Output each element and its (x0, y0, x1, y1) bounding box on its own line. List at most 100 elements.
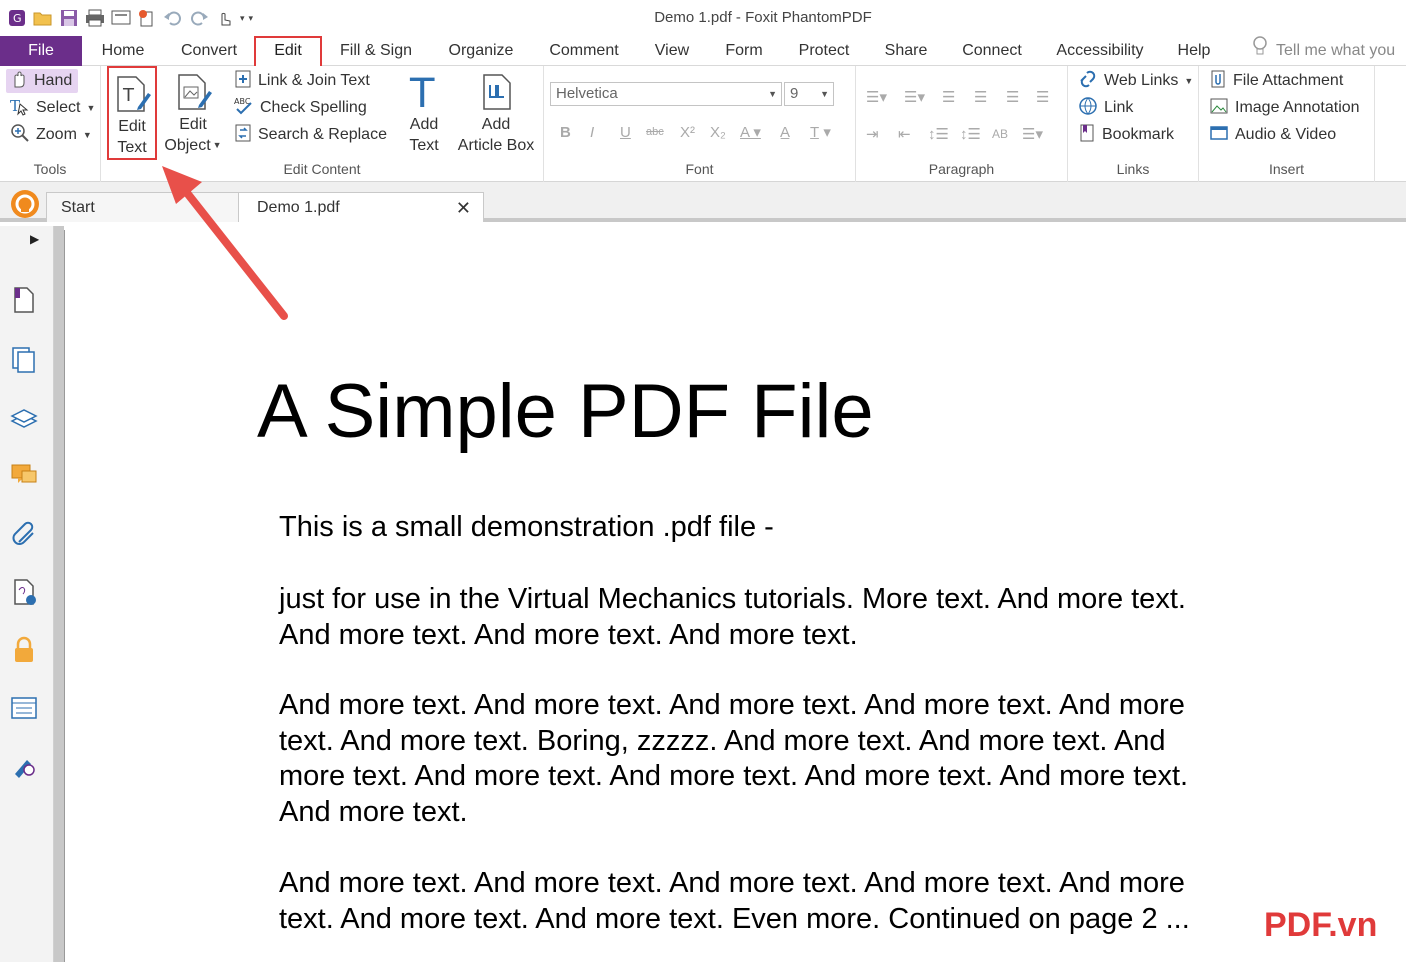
underline-icon[interactable]: U (620, 121, 631, 143)
font-group-label: Font (685, 161, 714, 177)
add-text-button[interactable]: T Add Text (397, 70, 451, 156)
comments-icon[interactable] (8, 460, 40, 492)
edit-text-label-1: Edit (118, 118, 146, 135)
font-group: Helvetica ▼ 9 ▼ B I U abc X² X₂ A ▾ A̲ T… (544, 66, 856, 182)
links-group-label: Links (1116, 161, 1150, 177)
layers-icon[interactable] (8, 402, 40, 434)
tab-form[interactable]: Form (718, 36, 770, 66)
link-button[interactable]: Link (1078, 96, 1133, 120)
paragraph[interactable]: And more text. And more text. And more t… (279, 688, 1239, 830)
tab-document-label: Demo 1.pdf (257, 199, 340, 216)
character-spacing-icon[interactable]: A̲ (780, 121, 790, 143)
outdent-icon[interactable]: ⇤ (898, 123, 911, 145)
tab-convert[interactable]: Convert (170, 36, 248, 66)
tab-document[interactable]: Demo 1.pdf ✕ (238, 192, 484, 222)
edit-content-group: T Edit Text Edit Object ▼ Link & Join Te… (101, 66, 544, 182)
zoom-button[interactable]: Zoom ▼ (10, 123, 92, 147)
paragraph[interactable]: just for use in the Virtual Mechanics tu… (279, 582, 1239, 653)
numbered-list-icon[interactable]: ☰▾ (904, 86, 925, 108)
bullet-list-icon[interactable]: ☰▾ (866, 86, 887, 108)
paragraph-options-icon[interactable]: ☰▾ (1022, 123, 1043, 145)
tab-share[interactable]: Share (876, 36, 936, 66)
add-article-label-2: Article Box (457, 137, 535, 154)
close-icon[interactable]: ✕ (456, 193, 471, 223)
link-join-label: Link & Join Text (258, 72, 370, 89)
tab-fill-sign[interactable]: Fill & Sign (330, 36, 422, 66)
paragraph[interactable]: This is a small demonstration .pdf file … (279, 510, 1239, 546)
pages-icon[interactable] (8, 344, 40, 376)
title-bar: G ▾ ▾ Demo 1.pdf - Foxit PhantomPDF (0, 0, 1406, 36)
align-center-icon[interactable]: ☰ (974, 86, 987, 108)
tell-me-search[interactable]: Tell me what you (1252, 35, 1396, 66)
certificate-icon[interactable] (8, 750, 40, 782)
text-direction-icon[interactable]: AB (992, 123, 1008, 145)
menu-bar: File Home Convert Edit Fill & Sign Organ… (0, 35, 1406, 68)
globe-link-icon (1078, 96, 1098, 121)
page-thumbnail-icon[interactable] (8, 284, 40, 316)
file-attachment-button[interactable]: File Attachment (1209, 69, 1343, 93)
tab-edit[interactable]: Edit (254, 36, 322, 68)
font-family-select[interactable]: Helvetica ▼ (550, 82, 782, 106)
edit-object-button[interactable]: Edit Object ▼ (163, 70, 223, 156)
link-join-text-button[interactable]: Link & Join Text (234, 69, 370, 93)
add-text-icon: T (404, 70, 444, 114)
pdf-page[interactable]: A Simple PDF File This is a small demons… (64, 230, 1406, 962)
select-button[interactable]: T Select ▼ (10, 96, 95, 120)
lock-icon[interactable] (8, 634, 40, 666)
check-spelling-button[interactable]: ABC Check Spelling (234, 96, 367, 120)
form-fields-icon[interactable] (8, 692, 40, 724)
font-color-icon[interactable]: A ▾ (740, 121, 761, 143)
attachment-icon[interactable] (8, 518, 40, 550)
document-title[interactable]: A Simple PDF File (257, 368, 874, 455)
superscript-icon[interactable]: X² (680, 121, 695, 143)
font-family-value: Helvetica (556, 85, 618, 102)
audio-video-button[interactable]: Audio & Video (1209, 123, 1336, 147)
bold-icon[interactable]: B (560, 121, 571, 143)
foxit-logo-icon[interactable] (10, 189, 40, 219)
paragraph-group: ☰▾ ☰▾ ☰ ☰ ☰ ☰ ⇥ ⇤ ↕☰ ↕☰ AB ☰▾ Paragraph (856, 66, 1068, 182)
indent-icon[interactable]: ⇥ (866, 123, 879, 145)
font-size-value: 9 (790, 85, 799, 102)
align-left-icon[interactable]: ☰ (942, 86, 955, 108)
search-replace-button[interactable]: Search & Replace (234, 123, 387, 147)
justify-icon[interactable]: ☰ (1036, 86, 1049, 108)
tab-accessibility[interactable]: Accessibility (1050, 36, 1150, 66)
subscript-icon[interactable]: X₂ (710, 121, 726, 143)
tab-comment[interactable]: Comment (540, 36, 628, 66)
tab-connect[interactable]: Connect (954, 36, 1030, 66)
tab-organize[interactable]: Organize (440, 36, 522, 66)
tab-view[interactable]: View (646, 36, 698, 66)
edit-text-button[interactable]: T Edit Text (107, 66, 157, 160)
tab-file[interactable]: File (0, 36, 82, 66)
panel-gutter[interactable] (54, 226, 64, 962)
line-spacing-icon[interactable]: ↕☰ (928, 123, 949, 145)
edit-object-icon (173, 70, 213, 114)
chevron-down-icon: ▼ (212, 140, 222, 150)
image-annotation-button[interactable]: Image Annotation (1209, 96, 1360, 120)
tell-me-text: Tell me what you (1276, 42, 1396, 59)
italic-icon[interactable]: I (590, 121, 594, 143)
edit-object-label-2: Object (164, 137, 211, 154)
signature-icon[interactable] (8, 576, 40, 608)
file-attachment-label: File Attachment (1233, 72, 1344, 89)
tab-start-label: Start (61, 199, 95, 216)
audio-video-icon (1209, 123, 1229, 148)
add-text-label-2: Text (409, 137, 439, 154)
tab-help[interactable]: Help (1170, 36, 1218, 66)
paragraph-spacing-icon[interactable]: ↕☰ (960, 123, 981, 145)
hand-button[interactable]: Hand (6, 69, 79, 93)
article-box-icon (476, 70, 516, 114)
strikethrough-icon[interactable]: abc (646, 121, 664, 143)
paragraph[interactable]: And more text. And more text. And more t… (279, 866, 1239, 937)
tab-start[interactable]: Start (46, 192, 246, 222)
web-links-button[interactable]: Web Links ▼ (1078, 69, 1193, 93)
expand-panel-icon[interactable]: ▶ (30, 232, 39, 246)
tab-protect[interactable]: Protect (790, 36, 858, 66)
font-size-select[interactable]: 9 ▼ (784, 82, 834, 106)
text-scale-icon[interactable]: T̲ ▾ (810, 121, 831, 143)
tab-home[interactable]: Home (90, 36, 156, 66)
add-article-box-button[interactable]: Add Article Box (455, 70, 537, 156)
align-right-icon[interactable]: ☰ (1006, 86, 1019, 108)
link-join-icon (234, 69, 252, 94)
bookmark-button[interactable]: Bookmark (1078, 123, 1174, 147)
